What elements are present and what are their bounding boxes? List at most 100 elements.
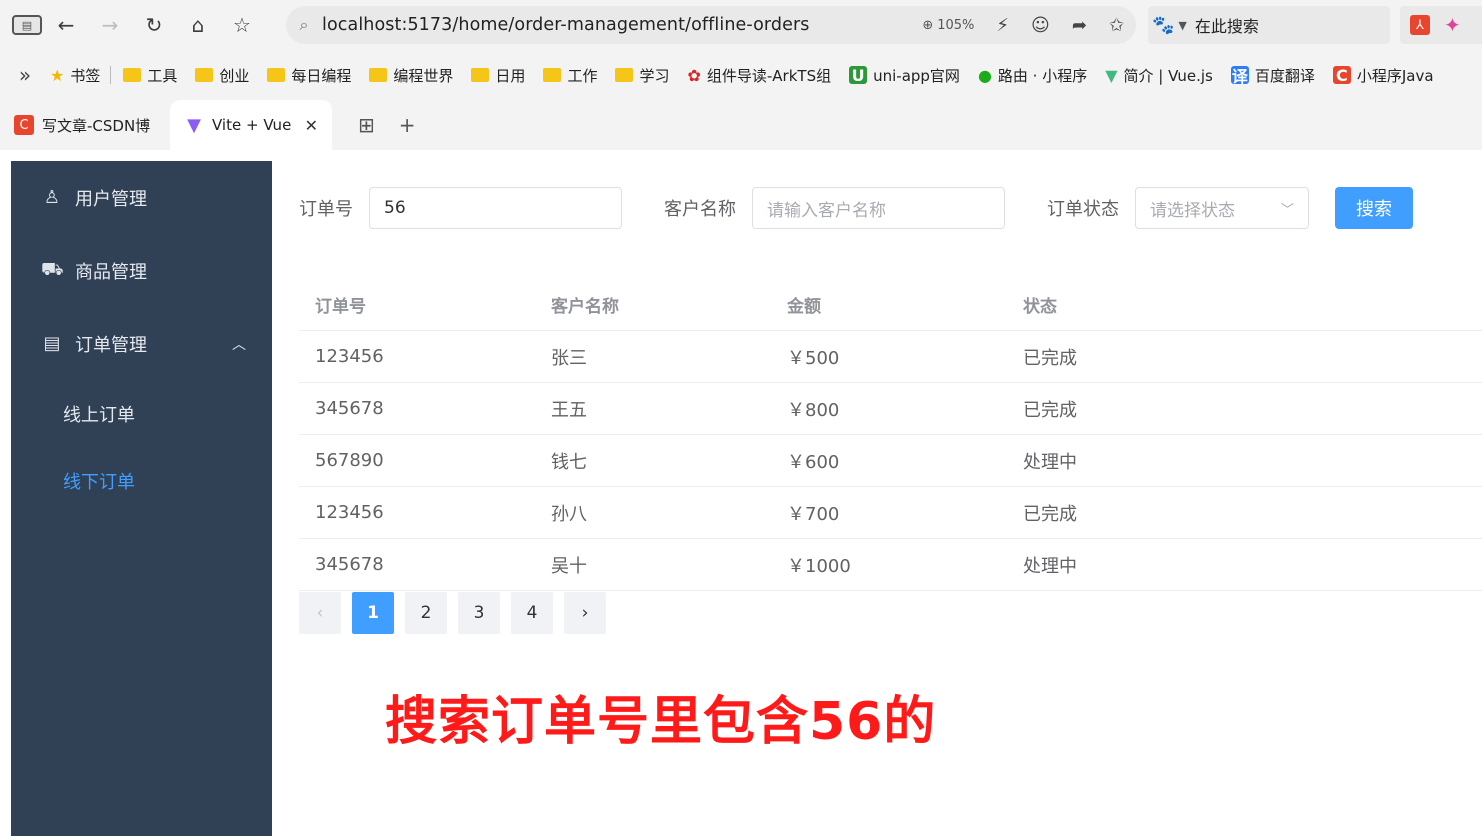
bookmark-folder[interactable]: 每日编程 [267, 65, 351, 86]
bookmark-item[interactable]: ▼ 简介 | Vue.js [1105, 65, 1213, 86]
sidebar-subitem-label: 线下订单 [63, 471, 135, 493]
reload-button[interactable]: ↻ [132, 0, 176, 50]
page-button[interactable]: 1 [352, 592, 394, 634]
dropdown-caret-icon: ▼ [1178, 18, 1187, 32]
bookmark-folder[interactable]: 编程世界 [369, 65, 453, 86]
bookmark-label: 工具 [147, 66, 178, 85]
favorites-add-icon[interactable]: ✩ [1109, 15, 1124, 36]
sidebar-item-label: 用户管理 [75, 188, 147, 210]
bookmark-item[interactable]: ✿ 组件导读-ArkTS组 [687, 65, 831, 86]
pagination: ‹ 1 2 3 4 › [299, 592, 606, 634]
lightning-icon[interactable]: ⚡ [996, 15, 1009, 36]
uniapp-icon: U [849, 66, 868, 85]
extension-face-icon[interactable]: ☺ [1031, 15, 1050, 36]
table-row[interactable]: 123456 张三 ￥500 已完成 [299, 331, 1482, 383]
bookmark-item[interactable]: Uuni-app官网 [849, 65, 960, 86]
cell-status: 处理中 [1023, 451, 1077, 473]
search-button[interactable]: 搜索 [1335, 187, 1413, 229]
sidebar-item-products[interactable]: ⛟ 商品管理 [11, 234, 272, 307]
url-text[interactable]: localhost:5173/home/order-management/off… [322, 15, 810, 35]
wechat-icon: ● [977, 65, 992, 85]
column-header: 订单号 [315, 297, 366, 317]
share-icon[interactable]: ➦ [1072, 15, 1087, 36]
cell-status: 已完成 [1023, 503, 1077, 525]
bookmark-label: 每日编程 [291, 66, 352, 85]
zoom-indicator[interactable]: ⊕ 105% [922, 18, 974, 33]
bookmark-item[interactable]: ★ 书签 [50, 65, 100, 86]
ai-spark-icon[interactable]: ✦ [1444, 13, 1461, 37]
order-no-input[interactable]: 56 [369, 187, 622, 229]
table-row[interactable]: 567890 钱七 ￥600 处理中 [299, 435, 1482, 487]
pdf-extension-icon[interactable]: ⅄ [1410, 15, 1430, 35]
cell-customer: 钱七 [551, 451, 587, 473]
bookmark-folder[interactable]: 学习 [615, 65, 669, 86]
huawei-icon: ✿ [687, 65, 701, 85]
bookmark-star-button[interactable]: ☆ [220, 0, 264, 50]
vue-icon: ▼ [1105, 65, 1118, 85]
chevron-left-icon: ‹ [316, 603, 324, 623]
chevron-up-icon: ︿ [232, 336, 246, 353]
cell-order-no: 123456 [315, 502, 384, 523]
bookmark-label: 日用 [495, 66, 526, 85]
cell-amount: ￥1000 [787, 555, 851, 577]
cell-amount: ￥700 [787, 503, 840, 525]
home-button[interactable]: ⌂ [176, 0, 220, 50]
new-tab-icon[interactable]: + [399, 113, 416, 137]
cell-status: 已完成 [1023, 347, 1077, 369]
sidebar-subitem-offline-orders[interactable]: 线下订单 [11, 447, 272, 514]
bookmark-label: 创业 [219, 66, 250, 85]
sidebar-subitem-online-orders[interactable]: 线上订单 [11, 380, 272, 447]
orders-table: 订单号 客户名称 金额 状态 123456 张三 ￥500 已完成 345678… [299, 279, 1482, 591]
search-engine-box[interactable]: 🐾 ▼ 在此搜索 [1148, 6, 1390, 44]
forward-arrow-icon: → [101, 13, 119, 37]
csdn-icon: C [14, 115, 34, 135]
close-tab-icon[interactable]: ✕ [305, 116, 318, 135]
tab-groups-icon[interactable]: ⊞ [358, 113, 375, 137]
tab-csdn[interactable]: C 写文章-CSDN博 [0, 100, 170, 150]
page-button[interactable]: 4 [511, 592, 553, 634]
table-row[interactable]: 123456 孙八 ￥700 已完成 [299, 487, 1482, 539]
bookmark-folder[interactable]: 工作 [543, 65, 597, 86]
cell-customer: 王五 [551, 399, 587, 421]
star-icon: ☆ [233, 13, 251, 37]
prev-page-button[interactable]: ‹ [299, 592, 341, 634]
forward-button[interactable]: → [88, 0, 132, 50]
cell-amount: ￥800 [787, 399, 840, 421]
folder-icon [195, 68, 214, 82]
browser-toolbar: ▤ ← → ↻ ⌂ ☆ ⌕ localhost:5173/home/order-… [0, 0, 1482, 50]
order-no-value: 56 [384, 198, 406, 218]
bookmark-item[interactable]: ● 路由 · 小程序 [978, 65, 1087, 86]
star-icon: ★ [50, 65, 65, 85]
back-button[interactable]: ← [44, 0, 88, 50]
next-page-button[interactable]: › [564, 592, 606, 634]
table-row[interactable]: 345678 王五 ￥800 已完成 [299, 383, 1482, 435]
filter-bar: 订单号 56 客户名称 请输入客户名称 订单状态 请选择状态 ﹀ 搜索 [299, 187, 1413, 229]
tab-vite-vue[interactable]: ▼ Vite + Vue ✕ [170, 100, 332, 150]
bookmark-label: uni-app官网 [873, 66, 960, 85]
status-placeholder: 请选择状态 [1150, 200, 1235, 221]
page-button[interactable]: 2 [405, 592, 447, 634]
page-button[interactable]: 3 [458, 592, 500, 634]
column-header: 状态 [1023, 297, 1057, 317]
folder-icon [123, 68, 142, 82]
bookmarks-more-icon[interactable]: » [0, 63, 50, 87]
folder-icon [471, 68, 490, 82]
sidebar-toggle-button[interactable]: ▤ [0, 0, 44, 50]
status-select[interactable]: 请选择状态 ﹀ [1135, 187, 1309, 229]
bookmarks-bar: » ★ 书签 工具 创业 每日编程 编程世界 日用 工作 学习 ✿ 组件导读-Ark… [0, 50, 1482, 100]
address-bar[interactable]: ⌕ localhost:5173/home/order-management/o… [286, 6, 1136, 44]
bookmark-label: 书签 [70, 66, 101, 85]
bookmark-folder[interactable]: 创业 [195, 65, 249, 86]
customer-input[interactable]: 请输入客户名称 [752, 187, 1005, 229]
cell-customer: 吴十 [551, 555, 587, 577]
bookmark-item[interactable]: C 小程序Java [1332, 65, 1434, 86]
cell-order-no: 567890 [315, 450, 384, 471]
bookmark-folder[interactable]: 日用 [471, 65, 525, 86]
table-row[interactable]: 345678 吴十 ￥1000 处理中 [299, 539, 1482, 591]
cell-order-no: 123456 [315, 346, 384, 367]
bookmark-folder[interactable]: 工具 [123, 65, 177, 86]
bookmark-item[interactable]: 译百度翻译 [1230, 65, 1315, 86]
sidebar-item-orders[interactable]: ▤ 订单管理 ︿ [11, 307, 272, 380]
sidebar-item-users[interactable]: ♙ 用户管理 [11, 161, 272, 234]
search-icon: ⌕ [299, 15, 309, 34]
